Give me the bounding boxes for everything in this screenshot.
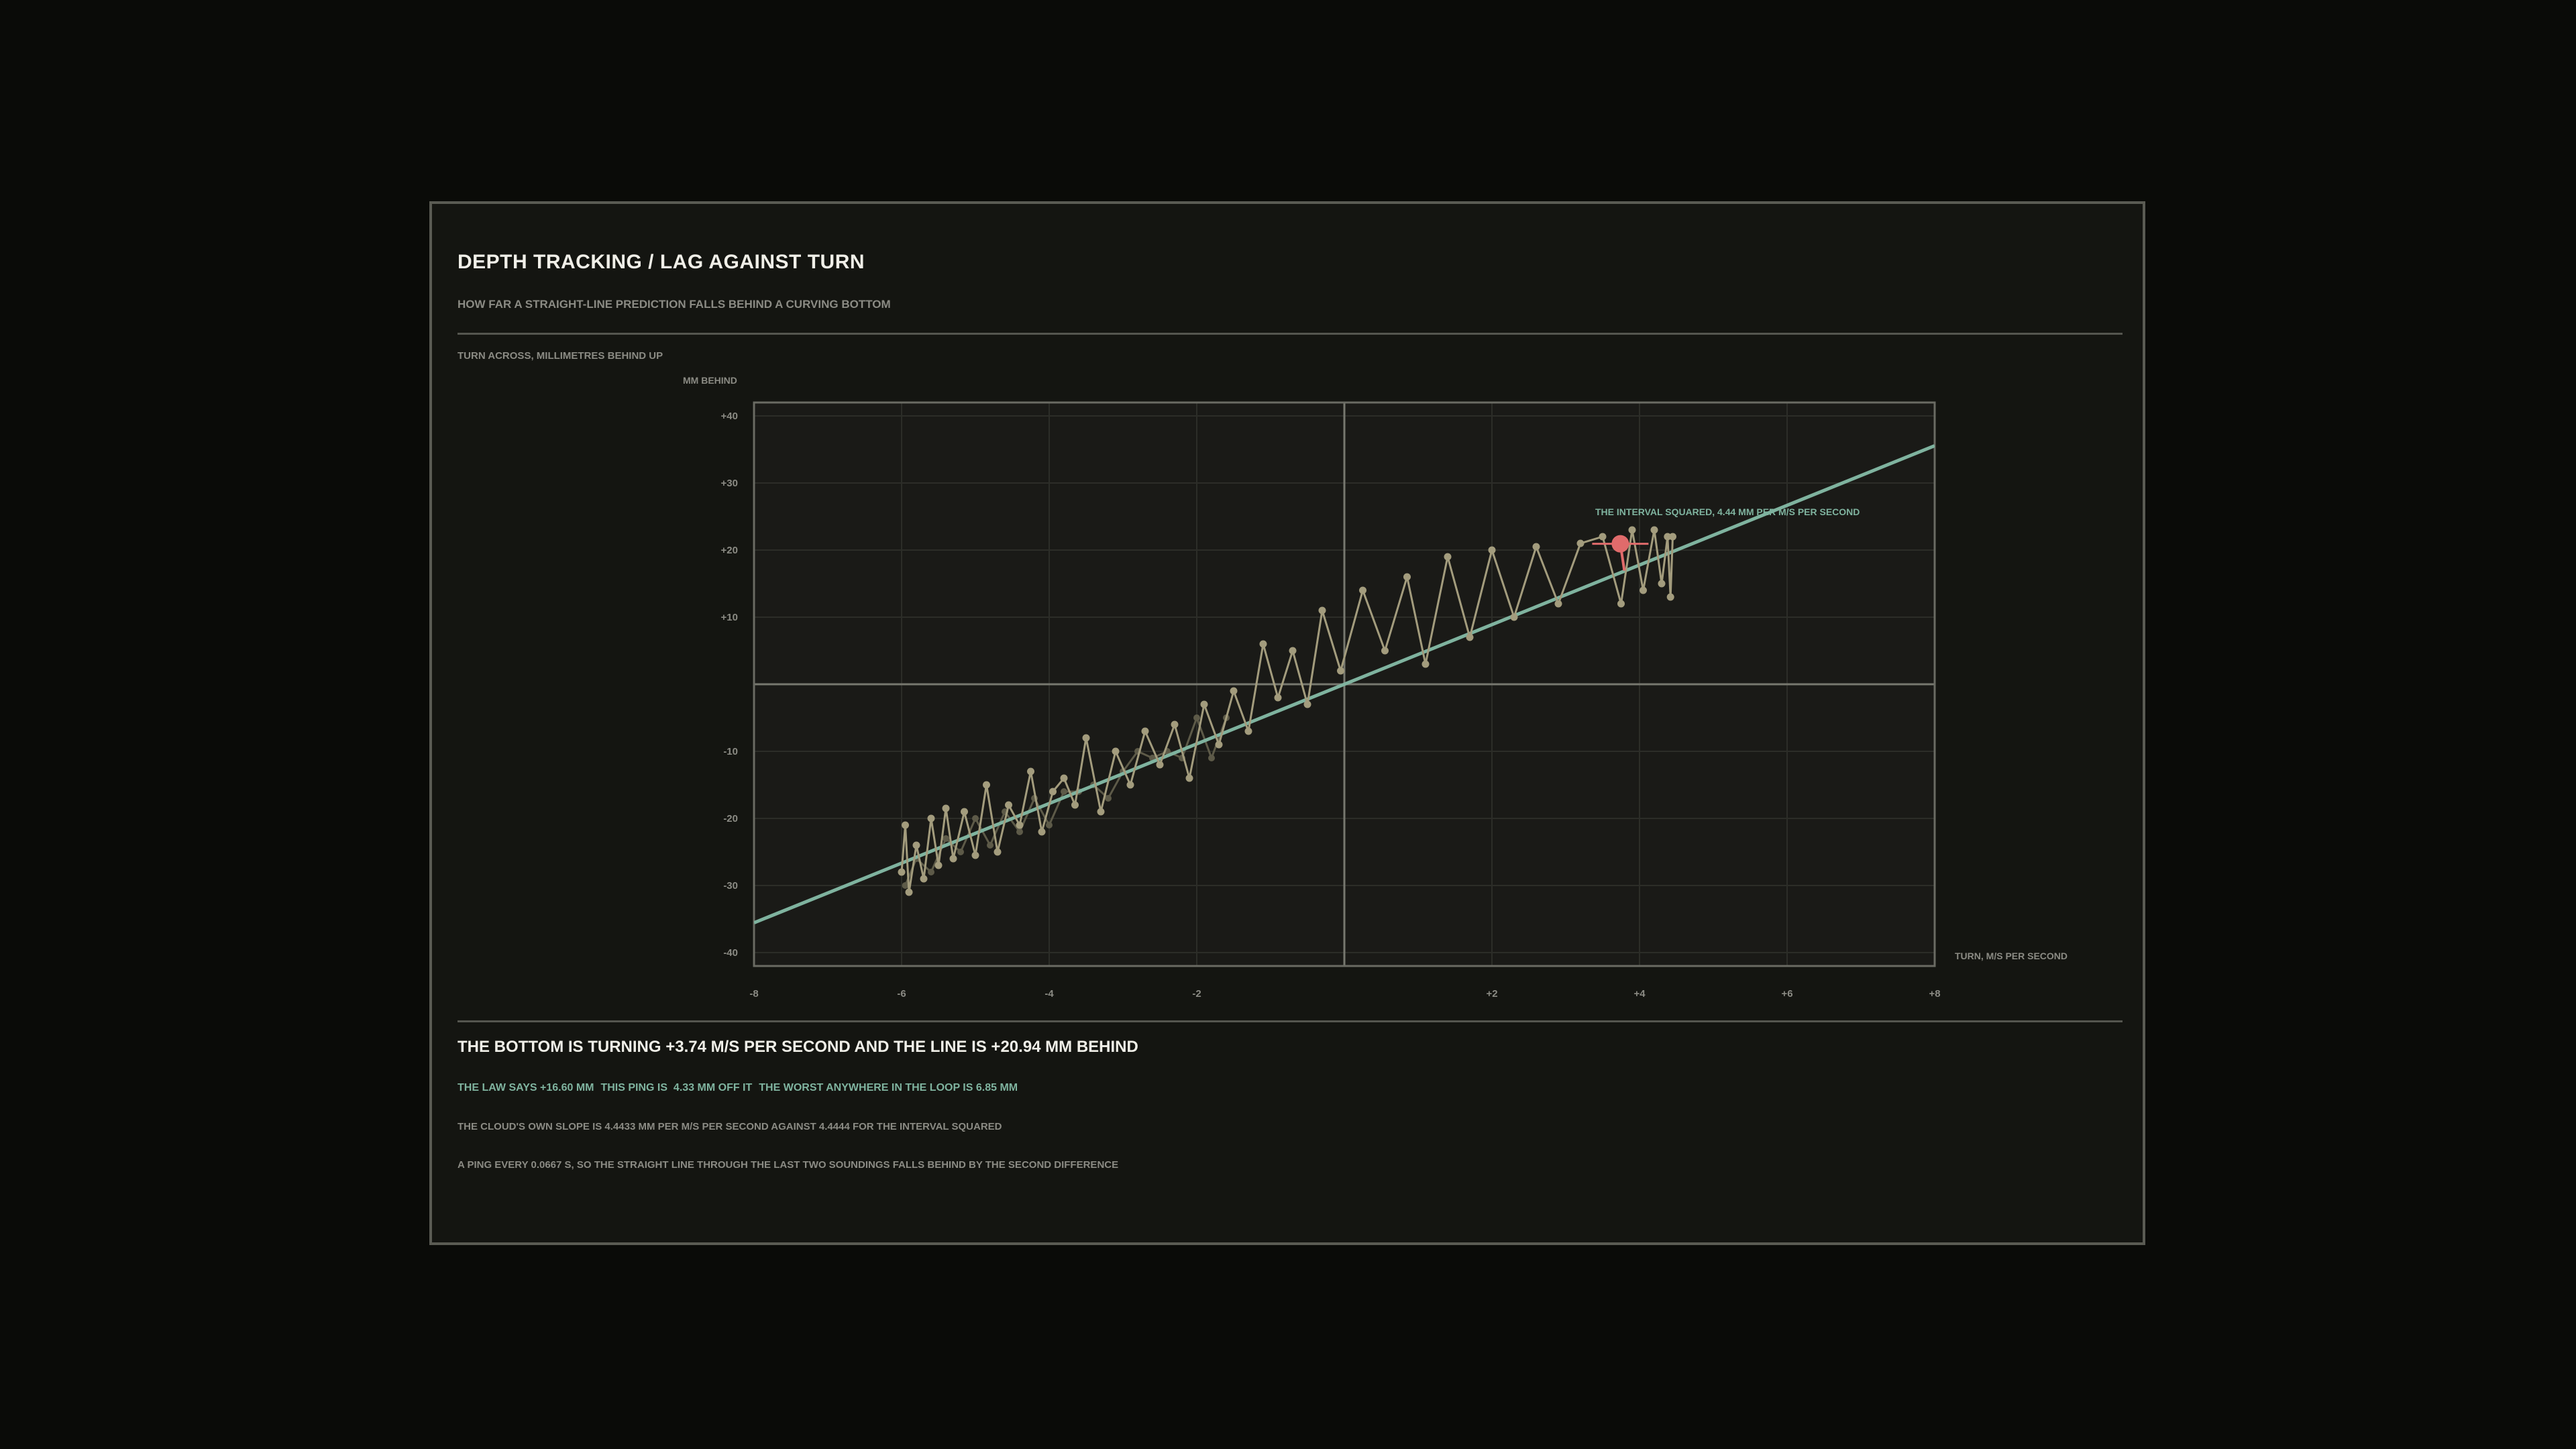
trace-point bbox=[1650, 526, 1658, 534]
trace-point bbox=[1141, 727, 1149, 735]
trace-point bbox=[1038, 828, 1046, 836]
trace-point bbox=[1005, 801, 1012, 809]
trace-point bbox=[1156, 761, 1164, 769]
trace-point bbox=[1215, 741, 1223, 749]
law-line-label: THE INTERVAL SQUARED, 4.44 MM PER M/S PE… bbox=[1595, 506, 1860, 517]
trace-point bbox=[1421, 660, 1430, 668]
trace-point bbox=[1289, 647, 1297, 655]
trace-point bbox=[1488, 546, 1496, 554]
trace-point bbox=[902, 821, 909, 829]
x-tick-label: +4 bbox=[1633, 988, 1646, 1000]
trace-point bbox=[1049, 788, 1057, 796]
trace-point bbox=[1617, 600, 1625, 608]
trace-point bbox=[949, 855, 957, 863]
ghost-trace-point bbox=[1193, 714, 1200, 721]
trace-point bbox=[1112, 747, 1120, 755]
trace-point bbox=[1318, 606, 1326, 614]
trace-point bbox=[1126, 781, 1134, 789]
trace-point bbox=[1510, 613, 1518, 621]
ghost-trace-point bbox=[1208, 755, 1215, 761]
trace-point bbox=[1071, 801, 1079, 809]
ghost-trace-point bbox=[943, 835, 949, 842]
y-tick-label: +40 bbox=[721, 411, 738, 422]
x-tick-label: +6 bbox=[1781, 988, 1792, 1000]
ghost-trace-point bbox=[972, 815, 979, 822]
trace-point bbox=[942, 804, 950, 812]
trace-point bbox=[1082, 734, 1090, 742]
x-tick-label: -4 bbox=[1044, 988, 1054, 1000]
y-tick-label: -20 bbox=[723, 813, 738, 824]
current-point bbox=[1611, 535, 1629, 553]
trace-point bbox=[1640, 586, 1647, 594]
trace-point bbox=[1359, 586, 1366, 594]
trace-point bbox=[1259, 640, 1267, 648]
trace-point bbox=[1200, 700, 1208, 708]
trace-point bbox=[1628, 526, 1636, 534]
x-tick-label: -6 bbox=[897, 988, 906, 1000]
trace-point bbox=[905, 888, 913, 896]
slope-note: THE CLOUD'S OWN SLOPE IS 4.4433 MM PER M… bbox=[458, 1121, 1002, 1132]
divider-bottom bbox=[458, 1020, 2123, 1022]
trace-point bbox=[934, 861, 943, 869]
ghost-trace-point bbox=[987, 842, 994, 849]
stat-worst: THE WORST ANYWHERE IN THE LOOP IS 6.85 M… bbox=[759, 1082, 1018, 1093]
y-tick-label: +10 bbox=[721, 612, 738, 623]
y-tick-label: -40 bbox=[723, 947, 738, 959]
lag-chart: -8 -6 -4 -2 +2 +4 +6 +8 +40 +30 +20 +10 -10 -20 -30 -40… bbox=[683, 375, 2068, 1000]
trace-point bbox=[1532, 543, 1540, 551]
trace-point bbox=[983, 781, 990, 789]
x-axis-label: TURN, M/S PER SECOND bbox=[1955, 951, 2068, 961]
trace-point bbox=[1303, 700, 1311, 708]
ghost-trace-point bbox=[1105, 795, 1112, 802]
ghost-trace-point bbox=[1016, 828, 1023, 835]
trace-point bbox=[1274, 694, 1282, 702]
trace-point bbox=[1554, 600, 1562, 608]
trace-point bbox=[1444, 553, 1452, 561]
trace-point bbox=[1337, 667, 1344, 675]
stat-ping: THIS PING IS 4.33 MM OFF IT bbox=[600, 1082, 753, 1093]
headline: THE BOTTOM IS TURNING +3.74 M/S PER SECO… bbox=[458, 1038, 1138, 1056]
trace-point bbox=[927, 814, 935, 822]
trace-point bbox=[1666, 593, 1674, 601]
ghost-trace-point bbox=[928, 869, 934, 875]
ghost-trace-point bbox=[957, 849, 964, 855]
trace-point bbox=[1403, 573, 1411, 581]
trace-point bbox=[1658, 580, 1666, 588]
trace-point bbox=[1060, 774, 1068, 782]
chart-panel: DEPTH TRACKING / LAG AGAINST TURN HOW FA… bbox=[429, 201, 2145, 1245]
x-tick-label: -2 bbox=[1192, 988, 1201, 1000]
x-tick-label: +8 bbox=[1929, 988, 1940, 1000]
y-tick-label: +20 bbox=[721, 545, 738, 556]
y-tick-label: -30 bbox=[723, 880, 738, 892]
trace-point bbox=[1016, 821, 1024, 829]
trace-point bbox=[1381, 647, 1389, 655]
trace-point bbox=[1244, 727, 1252, 735]
stat-law: THE LAW SAYS +16.60 MM bbox=[458, 1082, 594, 1093]
ghost-trace-point bbox=[1046, 822, 1053, 828]
trace-point bbox=[1669, 533, 1676, 541]
trace-point bbox=[1576, 539, 1585, 547]
trace-point bbox=[1599, 533, 1607, 541]
trace-point bbox=[961, 808, 968, 816]
y-axis-label: MM BEHIND bbox=[683, 375, 737, 386]
ping-note: A PING EVERY 0.0667 S, SO THE STRAIGHT L… bbox=[458, 1159, 1119, 1171]
x-tick-label: +2 bbox=[1486, 988, 1497, 1000]
y-tick-label: -10 bbox=[723, 746, 738, 757]
ghost-trace-point bbox=[1061, 788, 1067, 795]
trace-point bbox=[1171, 720, 1179, 729]
trace-point bbox=[971, 851, 979, 859]
y-tick-label: +30 bbox=[721, 478, 738, 489]
stats-row: THE LAW SAYS +16.60 MM THIS PING IS 4.33 … bbox=[458, 1082, 1024, 1094]
trace-point bbox=[1185, 774, 1193, 782]
trace-point bbox=[898, 868, 906, 876]
trace-point bbox=[912, 841, 920, 849]
trace-point bbox=[1097, 808, 1105, 816]
trace-point bbox=[920, 875, 928, 883]
trace-point bbox=[1230, 687, 1238, 695]
trace-point bbox=[994, 848, 1002, 856]
x-tick-label: -8 bbox=[749, 988, 758, 1000]
trace-point bbox=[1027, 767, 1034, 775]
trace-point bbox=[1466, 633, 1474, 641]
